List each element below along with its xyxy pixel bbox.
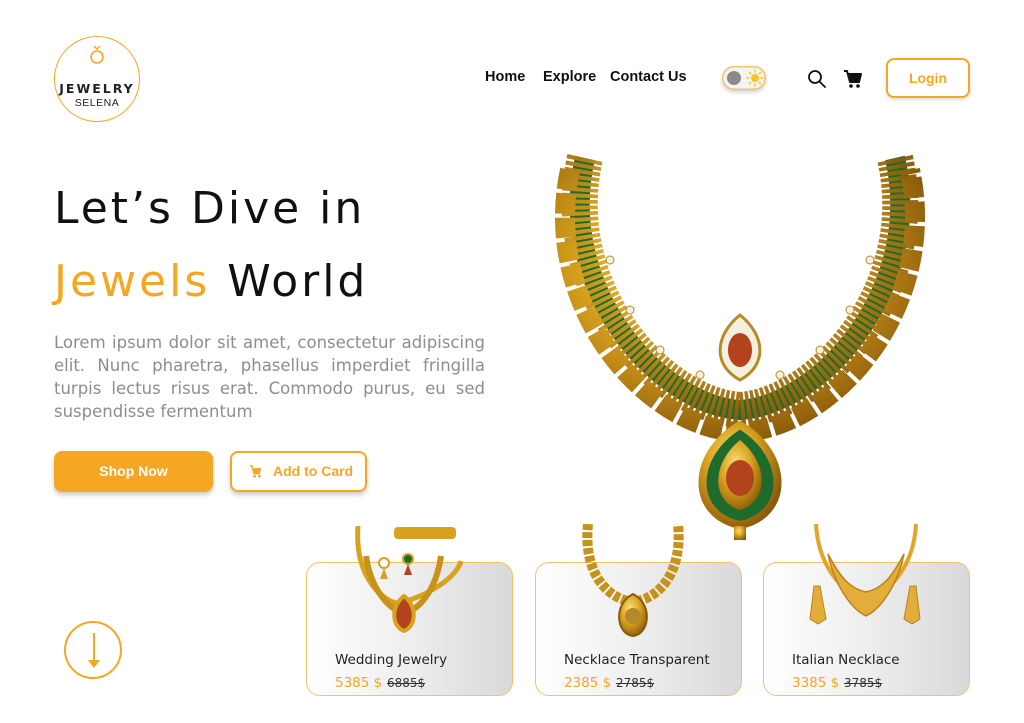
toggle-knob	[727, 71, 741, 85]
wedding-jewelry-image	[355, 525, 464, 634]
login-button[interactable]: Login	[886, 58, 970, 98]
cart-icon[interactable]	[842, 68, 864, 90]
add-to-cart-label: Add to Card	[273, 463, 354, 479]
hero-description: Lorem ipsum dolor sit amet, consectetur …	[54, 333, 485, 421]
nav-contact-us[interactable]: Contact Us	[610, 69, 687, 85]
brand-name: JEWELRY	[59, 81, 135, 96]
product-price: 2385 $	[564, 675, 612, 691]
product-name: Wedding Jewelry	[335, 652, 448, 668]
arrow-down-icon	[88, 633, 100, 668]
hero-title-line1: Let’s Dive in	[54, 183, 366, 234]
product-name: Necklace Transparent	[564, 652, 710, 668]
shop-now-button[interactable]: Shop Now	[54, 451, 213, 492]
scroll-down-button[interactable]	[64, 621, 122, 679]
brand-subtitle: SELENA	[74, 97, 120, 109]
nav-explore[interactable]: Explore	[543, 69, 596, 85]
product-price: 5385 $	[335, 675, 383, 691]
necklace-transparent-image	[582, 524, 684, 638]
italian-necklace-image	[809, 524, 921, 625]
brand-logo[interactable]: JEWELRY SELENA	[54, 36, 140, 122]
nav-home[interactable]: Home	[485, 69, 525, 85]
ring-icon	[90, 45, 104, 64]
product-old-price: 2785$	[616, 676, 655, 690]
product-old-price: 6885$	[387, 676, 426, 690]
theme-toggle[interactable]	[722, 66, 766, 90]
hero-necklace-image	[555, 154, 925, 540]
hero-title-accent: Jewels	[54, 256, 211, 307]
add-to-cart-button[interactable]: Add to Card	[230, 451, 367, 492]
product-price: 3385 $	[792, 675, 840, 691]
hero-title-rest: World	[227, 256, 369, 307]
sun-icon	[746, 69, 764, 87]
hero-title-line2: Jewels World	[54, 256, 368, 307]
product-old-price: 3785$	[844, 676, 883, 690]
product-name: Italian Necklace	[792, 652, 900, 668]
cart-icon	[249, 465, 262, 478]
search-icon[interactable]	[806, 68, 828, 90]
